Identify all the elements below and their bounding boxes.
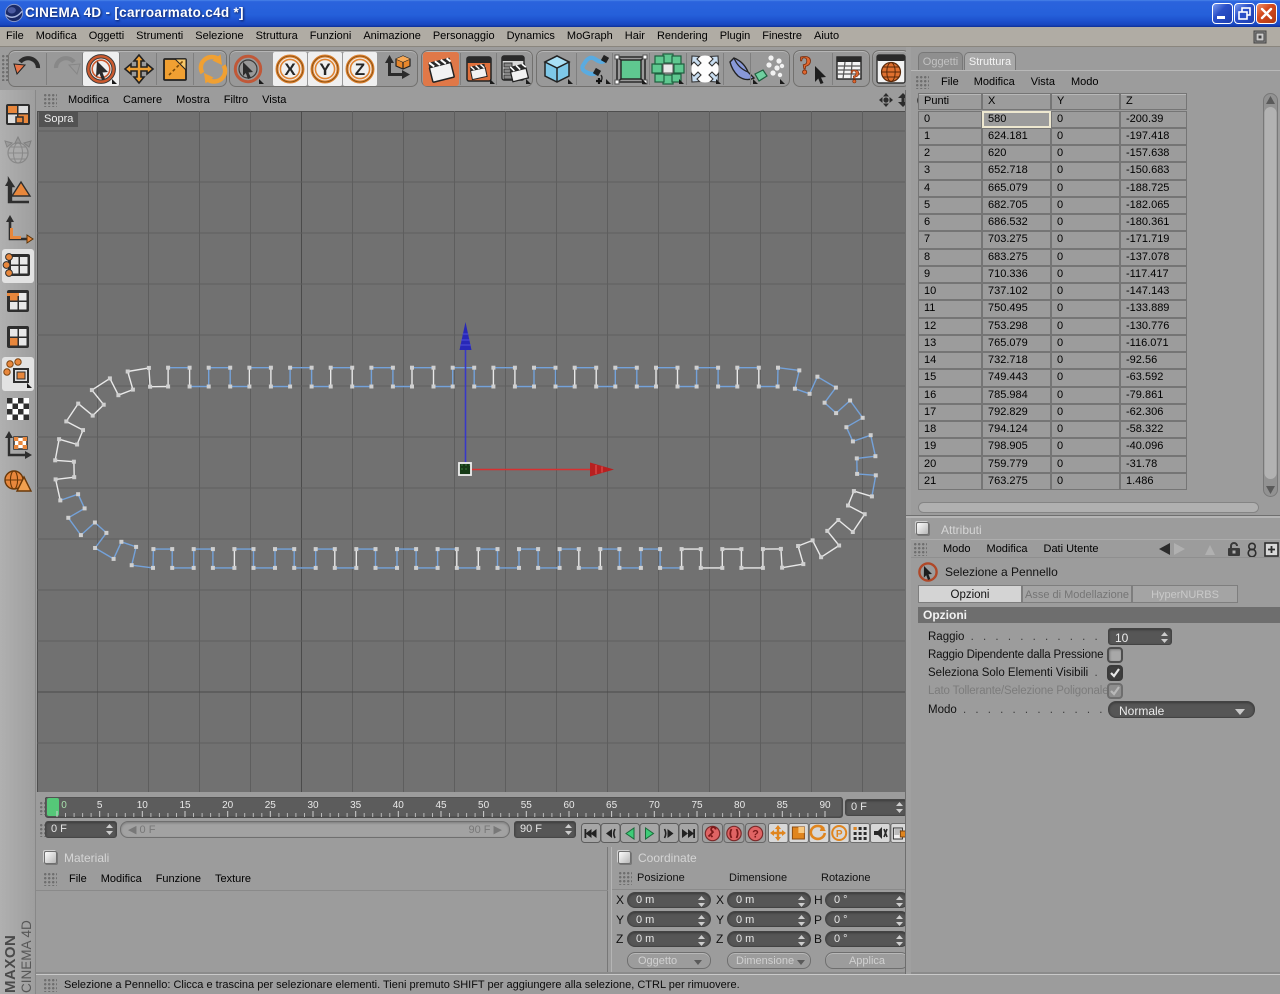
svg-text:MAXON: MAXON — [2, 935, 19, 993]
svg-text:55: 55 — [521, 800, 533, 811]
svg-text:50: 50 — [478, 800, 490, 811]
svg-text:Y: Y — [319, 60, 331, 79]
svg-text:15: 15 — [179, 800, 191, 811]
svg-text:Z: Z — [355, 60, 365, 79]
svg-text:0: 0 — [61, 800, 67, 811]
svg-text:80: 80 — [734, 800, 746, 811]
svg-text:X: X — [284, 60, 296, 79]
svg-text:?: ? — [752, 829, 759, 841]
svg-text:70: 70 — [649, 800, 661, 811]
svg-text:5: 5 — [97, 800, 103, 811]
svg-text:CINEMA 4D: CINEMA 4D — [19, 920, 34, 993]
svg-text:40: 40 — [393, 800, 405, 811]
svg-text:75: 75 — [691, 800, 703, 811]
svg-text:30: 30 — [307, 800, 319, 811]
svg-text:35: 35 — [350, 800, 362, 811]
svg-text:10: 10 — [137, 800, 149, 811]
svg-text:45: 45 — [435, 800, 447, 811]
svg-text:60: 60 — [563, 800, 575, 811]
svg-text:90: 90 — [819, 800, 831, 811]
svg-text:?: ? — [799, 52, 812, 80]
svg-text:85: 85 — [777, 800, 789, 811]
svg-text:P: P — [836, 829, 843, 840]
svg-text:?: ? — [850, 66, 860, 86]
svg-text:25: 25 — [265, 800, 277, 811]
svg-text:65: 65 — [606, 800, 618, 811]
svg-text:20: 20 — [222, 800, 234, 811]
